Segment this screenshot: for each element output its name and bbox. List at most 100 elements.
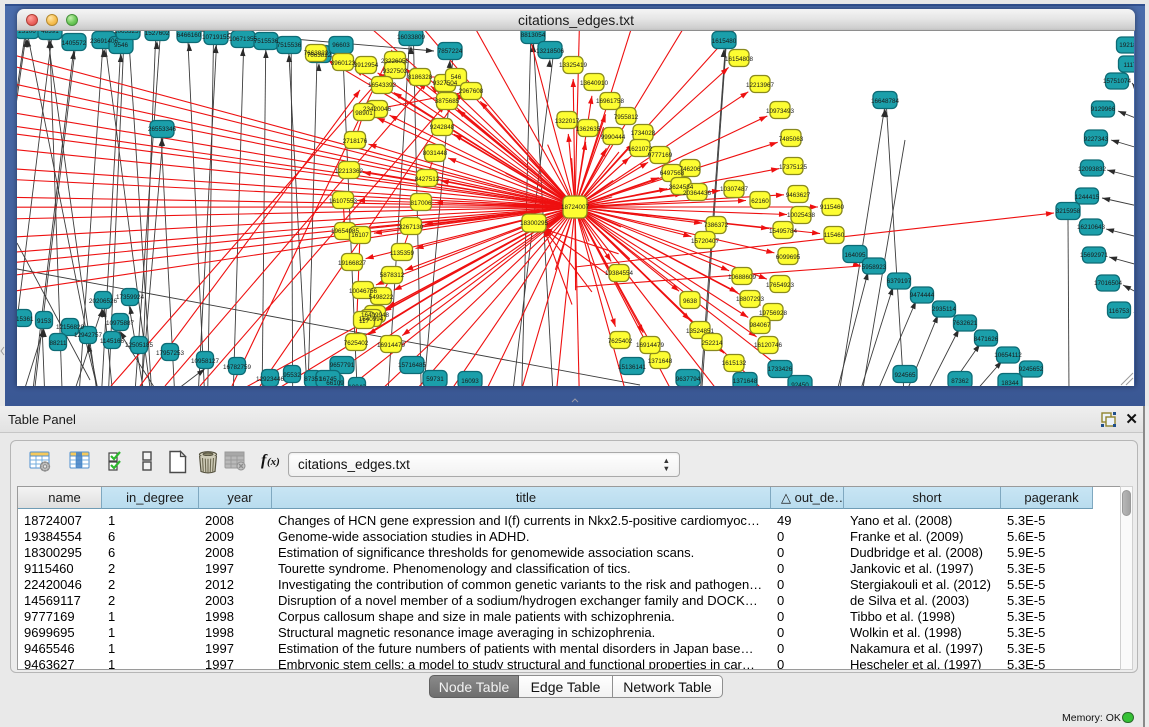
svg-text:1405572: 1405572 [62, 40, 87, 47]
svg-text:9115460: 9115460 [820, 204, 845, 211]
svg-text:8186328: 8186328 [408, 74, 433, 81]
svg-text:915361: 915361 [17, 316, 34, 323]
svg-text:9777169: 9777169 [648, 152, 673, 159]
svg-text:1371648: 1371648 [733, 378, 758, 385]
svg-text:18344: 18344 [1001, 380, 1019, 386]
svg-text:2967608: 2967608 [459, 88, 484, 95]
svg-text:984067: 984067 [749, 322, 771, 329]
svg-text:10654112: 10654112 [994, 352, 1022, 359]
svg-text:164095: 164095 [844, 252, 866, 259]
svg-text:6099695: 6099695 [776, 254, 801, 261]
svg-text:16033809: 16033809 [397, 34, 426, 41]
svg-text:115460: 115460 [824, 232, 845, 239]
svg-text:10042: 10042 [348, 384, 366, 386]
svg-text:12505185: 12505185 [125, 342, 154, 349]
svg-text:1734028: 1734028 [631, 130, 656, 137]
svg-text:7625402: 7625402 [608, 338, 633, 345]
svg-text:1615480: 1615480 [712, 38, 737, 45]
svg-text:9546: 9546 [114, 42, 129, 49]
svg-text:3267130: 3267130 [399, 224, 424, 231]
svg-text:16107553: 16107553 [329, 198, 358, 205]
svg-text:7625402: 7625402 [344, 340, 369, 347]
svg-text:7485063: 7485063 [779, 136, 804, 143]
svg-text:23106: 23106 [18, 31, 36, 35]
svg-text:3215958: 3215958 [1056, 208, 1081, 215]
svg-text:15751074: 15751074 [1103, 78, 1132, 85]
svg-text:18300295: 18300295 [520, 220, 549, 227]
svg-text:546: 546 [451, 74, 462, 81]
svg-text:252214: 252214 [701, 340, 723, 347]
svg-text:16154808: 16154808 [725, 56, 754, 63]
svg-text:17654923: 17654923 [766, 282, 795, 289]
svg-text:13325419: 13325419 [559, 62, 588, 69]
svg-text:10958127: 10958127 [191, 358, 220, 365]
svg-text:6466160: 6466160 [177, 32, 202, 39]
svg-text:62160: 62160 [751, 198, 769, 205]
svg-text:9327503: 9327503 [383, 68, 408, 75]
svg-text:3875685: 3875685 [435, 98, 460, 105]
svg-text:12213967: 12213967 [746, 82, 775, 89]
svg-text:59731: 59731 [426, 376, 444, 383]
svg-text:117: 117 [359, 318, 370, 325]
svg-text:9153: 9153 [37, 318, 52, 325]
svg-text:1371648: 1371648 [648, 358, 673, 365]
svg-text:8471626: 8471626 [974, 336, 999, 343]
svg-text:12093832: 12093832 [1078, 166, 1107, 173]
svg-text:8031448: 8031448 [423, 150, 448, 157]
svg-text:1615132: 1615132 [722, 360, 747, 367]
svg-text:7515536: 7515536 [277, 42, 302, 49]
svg-text:12156829: 12156829 [56, 324, 85, 331]
svg-text:13524851: 13524851 [686, 328, 715, 335]
svg-text:7663822: 7663822 [304, 50, 329, 57]
svg-text:6497568: 6497568 [660, 170, 685, 177]
svg-text:18724007: 18724007 [561, 204, 590, 211]
svg-text:1362635: 1362635 [576, 126, 601, 133]
svg-text:98901: 98901 [355, 110, 373, 117]
svg-text:16961758: 16961758 [596, 98, 625, 105]
svg-text:15136141: 15136141 [618, 364, 647, 371]
svg-text:15692971: 15692971 [1080, 252, 1109, 259]
svg-text:7632621: 7632621 [953, 320, 978, 327]
svg-text:116753: 116753 [1109, 308, 1130, 315]
svg-text:10688609: 10688609 [728, 274, 757, 281]
svg-text:8427512: 8427512 [415, 176, 440, 183]
svg-text:3960123: 3960123 [331, 60, 356, 67]
svg-text:9474444: 9474444 [910, 292, 935, 299]
svg-text:1145166: 1145166 [100, 338, 125, 345]
svg-text:817006: 817006 [410, 200, 432, 207]
svg-text:17375125: 17375125 [779, 164, 808, 171]
svg-text:13640910: 13640910 [580, 80, 609, 87]
svg-text:15716485: 15716485 [398, 362, 427, 369]
svg-text:5498222: 5498222 [369, 294, 394, 301]
svg-text:17016504: 17016504 [1094, 280, 1123, 287]
svg-text:7955812: 7955812 [614, 114, 639, 121]
svg-text:(x): (x) [267, 456, 280, 468]
svg-text:16107: 16107 [351, 232, 369, 239]
svg-text:1135359: 1135359 [390, 250, 415, 257]
svg-text:20364436: 20364436 [683, 190, 712, 197]
svg-text:10719155: 10719155 [202, 34, 231, 41]
svg-text:7386372: 7386372 [704, 222, 729, 229]
svg-text:13218506: 13218506 [536, 48, 565, 55]
svg-text:17359924: 17359924 [116, 294, 145, 301]
svg-text:10973493: 10973493 [766, 108, 795, 115]
svg-text:16210643: 16210643 [1077, 224, 1106, 231]
svg-text:16543392: 16543392 [368, 82, 397, 89]
svg-text:16914479: 16914479 [636, 342, 665, 349]
svg-text:19218: 19218 [1119, 42, 1134, 49]
svg-text:17957253: 17957253 [156, 350, 185, 357]
svg-text:2718176: 2718176 [343, 138, 368, 145]
svg-text:15720407: 15720407 [691, 238, 720, 245]
svg-text:9227343: 9227343 [1084, 136, 1109, 143]
svg-text:92450: 92450 [791, 382, 809, 386]
svg-text:8813054: 8813054 [521, 32, 546, 39]
svg-text:16648784: 16648784 [871, 98, 900, 105]
svg-text:9463627: 9463627 [786, 192, 811, 199]
svg-text:96603: 96603 [332, 42, 350, 49]
svg-text:924565: 924565 [894, 372, 916, 379]
svg-text:9327504: 9327504 [433, 80, 458, 87]
svg-text:9242848: 9242848 [430, 124, 455, 131]
svg-text:1733426: 1733426 [768, 366, 793, 373]
svg-text:1527602: 1527602 [145, 31, 170, 37]
svg-text:88211: 88211 [49, 340, 67, 347]
